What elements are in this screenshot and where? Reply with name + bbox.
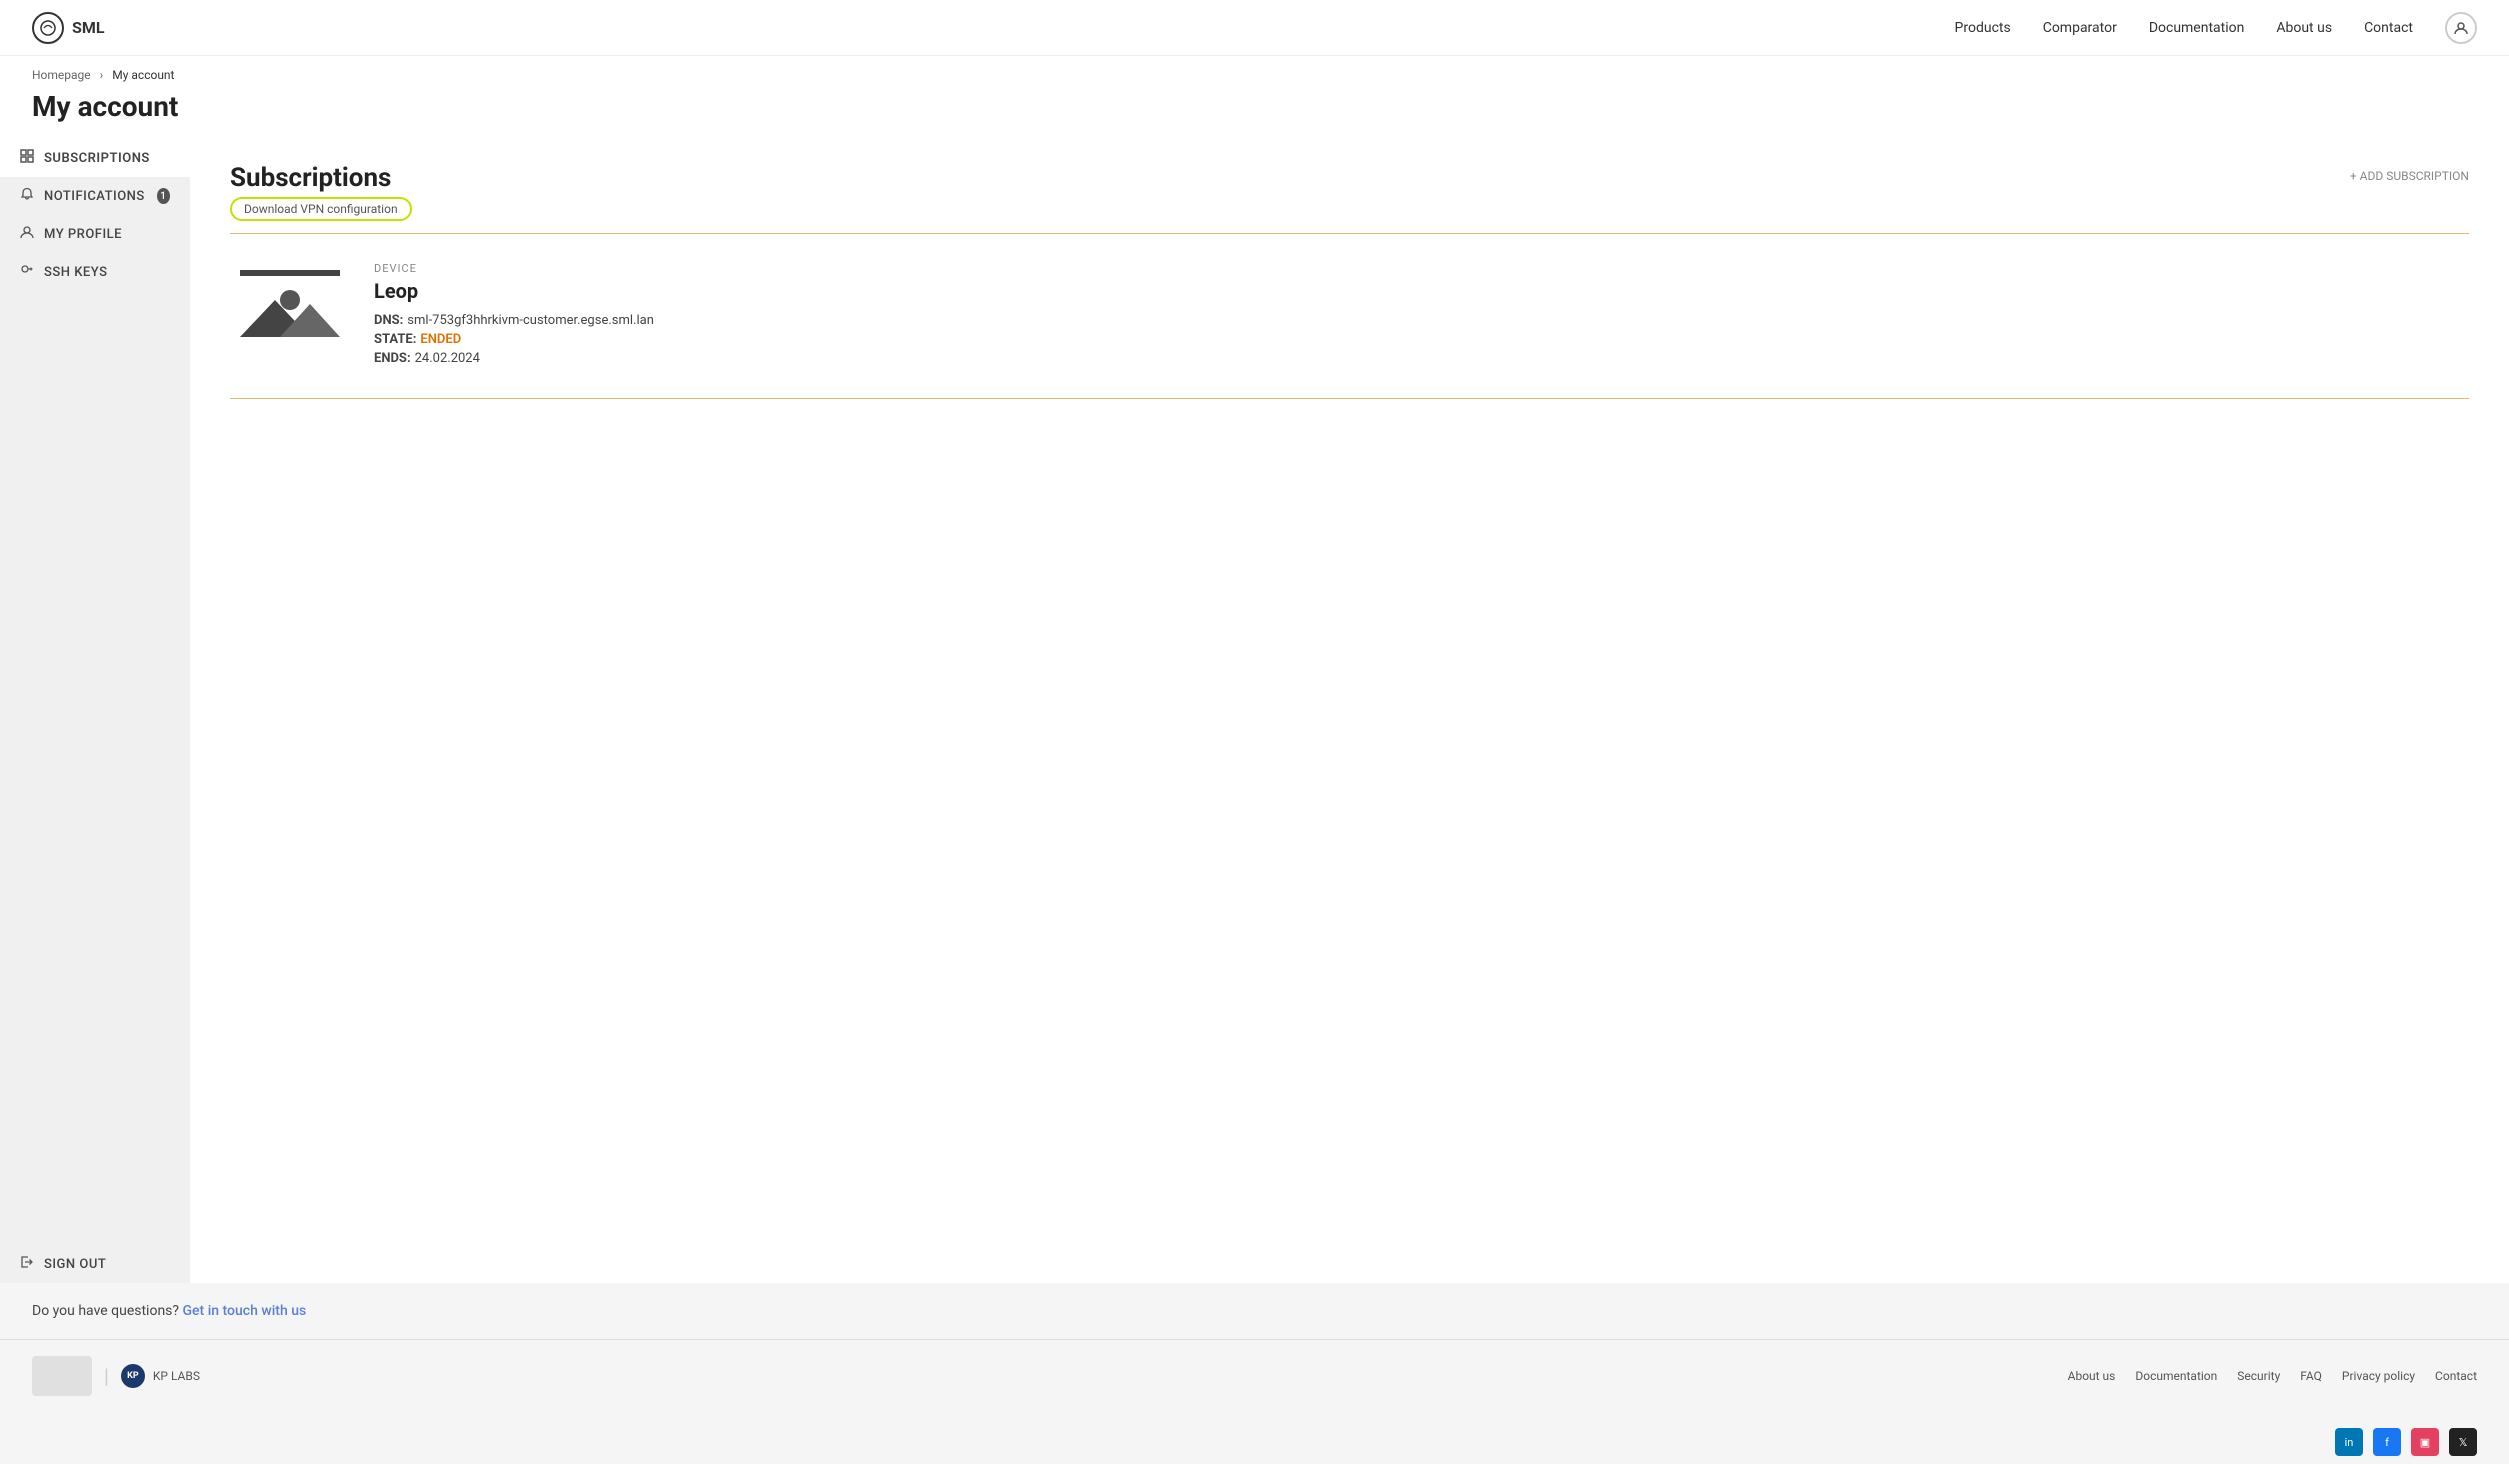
signout-label: Sign Out — [44, 1257, 106, 1272]
dns-value: sml-753gf3hhrkivm-customer.egse.sml.lan — [407, 313, 654, 328]
breadcrumb-separator: › — [100, 68, 104, 82]
kp-labs-text: KP LABS — [153, 1369, 200, 1383]
footer-link-faq[interactable]: FAQ — [2300, 1369, 2322, 1383]
sidebar-item-ssh-keys[interactable]: SSH Keys — [0, 253, 190, 291]
footer-questions: Do you have questions? Get in touch with… — [0, 1283, 2509, 1339]
footer-link-about[interactable]: About us — [2068, 1369, 2116, 1383]
ends-value: 24.02.2024 — [415, 351, 480, 366]
device-name: Leop — [374, 279, 654, 303]
download-vpn-button[interactable]: Download VPN configuration — [230, 197, 412, 221]
state-value: ENDED — [420, 332, 461, 347]
nav-products[interactable]: Products — [1955, 20, 2011, 36]
footer-link-contact[interactable]: Contact — [2435, 1369, 2477, 1383]
footer-social: in f ▣ 𝕏 — [0, 1420, 2509, 1464]
user-icon — [20, 225, 34, 243]
grid-icon — [20, 149, 34, 167]
key-icon — [20, 263, 34, 281]
breadcrumb: Homepage › My account — [0, 56, 2509, 86]
footer-logo-box — [32, 1356, 92, 1396]
device-dns: DNS: sml-753gf3hhrkivm-customer.egse.sml.… — [374, 313, 654, 328]
section-title-group: Subscriptions Download VPN configuration — [230, 163, 412, 221]
nav-comparator[interactable]: Comparator — [2043, 20, 2117, 36]
bell-icon — [20, 187, 34, 205]
kp-labs-icon: KP — [121, 1364, 145, 1388]
footer-link-documentation[interactable]: Documentation — [2135, 1369, 2217, 1383]
state-label: STATE: — [374, 332, 416, 347]
device-item: DEVICE Leop DNS: sml-753gf3hhrkivm-custom… — [230, 246, 2469, 386]
signout-button[interactable]: Sign Out — [0, 1245, 190, 1283]
sidebar: Subscriptions Notifications 1 — [0, 139, 190, 1283]
add-subscription-button[interactable]: + ADD SUBSCRIPTION — [2350, 169, 2469, 183]
device-ends: ENDS: 24.02.2024 — [374, 351, 654, 366]
signout-icon — [20, 1255, 34, 1273]
user-avatar[interactable] — [2445, 12, 2477, 44]
section-title: Subscriptions — [230, 163, 412, 193]
section-divider-bottom — [230, 398, 2469, 399]
breadcrumb-home[interactable]: Homepage — [32, 68, 91, 82]
sidebar-item-notifications[interactable]: Notifications 1 — [0, 177, 190, 215]
sidebar-nav: Subscriptions Notifications 1 — [0, 139, 190, 291]
linkedin-icon[interactable]: in — [2335, 1428, 2363, 1456]
section-header: Subscriptions Download VPN configuration… — [230, 163, 2469, 221]
logo-text: SML — [72, 18, 105, 37]
footer-contact-link[interactable]: Get in touch with us — [183, 1303, 307, 1319]
sidebar-notifications-label: Notifications — [44, 189, 145, 204]
footer-pipe: | — [104, 1364, 109, 1388]
footer-link-security[interactable]: Security — [2237, 1369, 2280, 1383]
footer-logo-area: | KP KP LABS — [32, 1356, 200, 1396]
main-content: Subscriptions Download VPN configuration… — [190, 139, 2509, 1283]
sidebar-item-subscriptions[interactable]: Subscriptions — [0, 139, 190, 177]
sidebar-spacer — [0, 291, 190, 1245]
logo[interactable]: SML — [32, 12, 105, 44]
device-label: DEVICE — [374, 262, 654, 275]
dns-label: DNS: — [374, 313, 403, 328]
ends-label: ENDS: — [374, 351, 411, 366]
page-title: My account — [0, 86, 2509, 139]
footer-question-text: Do you have questions? — [32, 1303, 179, 1319]
instagram-icon[interactable]: ▣ — [2411, 1428, 2439, 1456]
device-info: DEVICE Leop DNS: sml-753gf3hhrkivm-custom… — [374, 262, 654, 370]
sidebar-item-my-profile[interactable]: My Profile — [0, 215, 190, 253]
facebook-icon[interactable]: f — [2373, 1428, 2401, 1456]
header: SML Products Comparator Documentation Ab… — [0, 0, 2509, 56]
sidebar-subscriptions-label: Subscriptions — [44, 151, 150, 166]
section-divider-top — [230, 233, 2469, 234]
footer-links: About us Documentation Security FAQ Priv… — [2068, 1369, 2477, 1383]
footer-main: | KP KP LABS About us Documentation Secu… — [0, 1339, 2509, 1420]
footer-link-privacy[interactable]: Privacy policy — [2342, 1369, 2415, 1383]
nav-about[interactable]: About us — [2276, 20, 2332, 36]
footer-kp-labs: KP KP LABS — [121, 1364, 200, 1388]
notifications-badge: 1 — [157, 188, 170, 204]
nav-contact[interactable]: Contact — [2364, 20, 2413, 36]
main-nav: Products Comparator Documentation About … — [1955, 12, 2477, 44]
device-state: STATE: ENDED — [374, 332, 654, 347]
breadcrumb-current: My account — [112, 68, 174, 82]
logo-icon — [32, 12, 64, 44]
sidebar-sshkeys-label: SSH Keys — [44, 265, 107, 280]
sidebar-myprofile-label: My Profile — [44, 227, 122, 242]
device-image — [230, 262, 350, 352]
nav-documentation[interactable]: Documentation — [2149, 20, 2245, 36]
layout: Subscriptions Notifications 1 — [0, 139, 2509, 1283]
twitter-icon[interactable]: 𝕏 — [2449, 1428, 2477, 1456]
